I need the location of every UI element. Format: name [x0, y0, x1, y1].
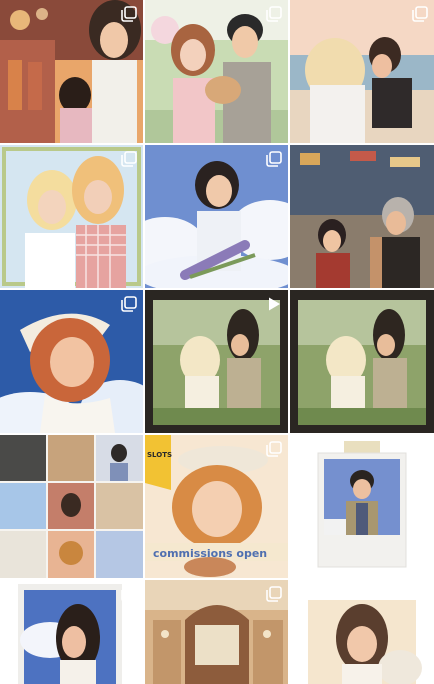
post-illustration [290, 290, 434, 433]
post-tile[interactable] [290, 0, 434, 143]
post-tile[interactable] [145, 145, 288, 288]
carousel-icon [266, 441, 282, 457]
post-illustration [290, 435, 434, 578]
post-tile[interactable] [0, 145, 143, 288]
post-tile[interactable] [145, 580, 288, 684]
post-tile[interactable] [290, 145, 434, 288]
carousel-icon [412, 6, 428, 22]
carousel-icon [121, 296, 137, 312]
carousel-icon [121, 586, 137, 602]
post-tile[interactable] [290, 290, 434, 433]
post-tile[interactable]: commissions open SLOTS [145, 435, 288, 578]
slots-tag-text: SLOTS [147, 451, 172, 459]
post-illustration [290, 145, 434, 288]
post-tile[interactable] [0, 0, 143, 143]
post-tile[interactable] [290, 580, 434, 684]
post-tile[interactable] [290, 435, 434, 578]
carousel-icon [266, 6, 282, 22]
post-illustration [290, 580, 434, 684]
profile-posts-grid: commissions open SLOTS [0, 0, 434, 684]
video-play-icon [269, 297, 280, 311]
post-tile[interactable] [0, 580, 143, 684]
post-illustration [0, 435, 143, 578]
post-tile[interactable] [145, 290, 288, 433]
post-tile[interactable] [0, 435, 143, 578]
carousel-icon [121, 6, 137, 22]
carousel-icon [266, 586, 282, 602]
post-tile[interactable] [0, 290, 143, 433]
post-tile[interactable] [145, 0, 288, 143]
carousel-icon [266, 151, 282, 167]
carousel-icon [121, 151, 137, 167]
